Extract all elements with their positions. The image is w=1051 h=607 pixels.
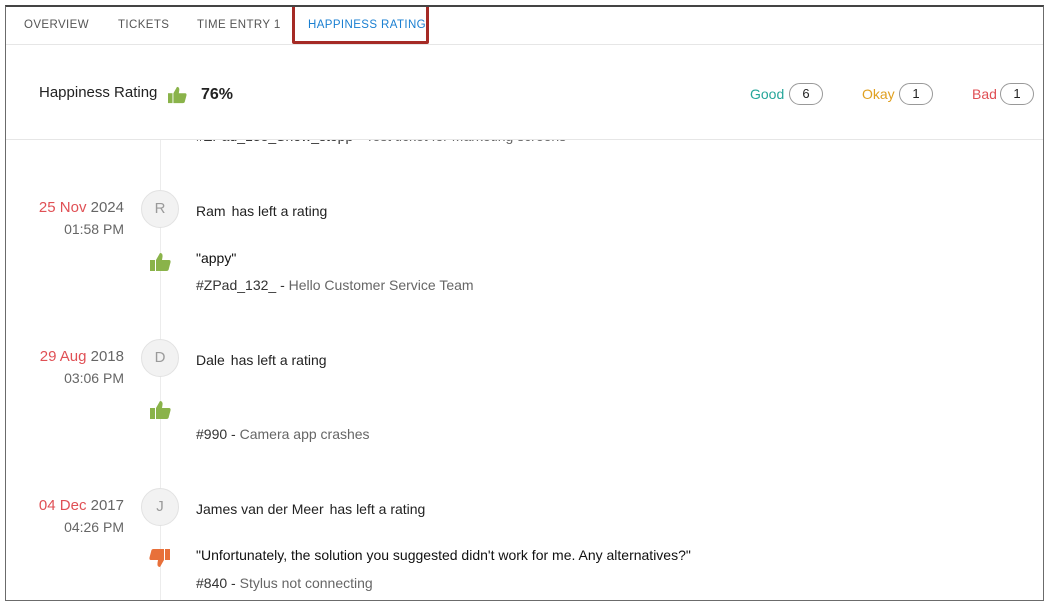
avatar[interactable]: D <box>141 339 179 377</box>
ticket-id: #990 <box>196 426 228 442</box>
good-count-badge[interactable]: 6 <box>789 83 823 105</box>
thumbs-up-icon <box>150 253 171 271</box>
ticket-id: #ZPad_132_ <box>196 277 277 293</box>
entry-year: 2018 <box>90 348 124 365</box>
ticket-link[interactable]: #990 - Camera app crashes <box>196 426 370 442</box>
tab-happiness-rating[interactable]: HAPPINESS RATING <box>308 19 426 31</box>
entry-year: 2024 <box>90 199 124 216</box>
tab-tickets[interactable]: TICKETS <box>118 19 169 31</box>
okay-count-badge[interactable]: 1 <box>899 83 933 105</box>
rating-comment: "appy" <box>196 250 237 266</box>
tab-bar: OVERVIEW TICKETS TIME ENTRY 1 HAPPINESS … <box>6 7 1043 45</box>
entry-day-month: 25 Nov <box>38 199 87 216</box>
entry-action: has left a rating <box>230 352 327 368</box>
entry-date: 25 Nov 2024 <box>6 199 124 216</box>
customer-name[interactable]: Ram <box>196 203 226 219</box>
entry-time: 04:26 PM <box>64 519 124 535</box>
happiness-percent: 76% <box>201 86 234 103</box>
entry-time: 01:58 PM <box>64 221 124 237</box>
entry-time: 03:06 PM <box>64 370 124 386</box>
summary-title: Happiness Rating <box>39 84 158 101</box>
entry-header: James van der Meer has left a rating <box>196 501 425 517</box>
entry-header: Dale has left a rating <box>196 352 327 368</box>
ticket-link[interactable]: #ZPad_132_ - Hello Customer Service Team <box>196 277 474 293</box>
happiness-summary: Happiness Rating 76% Good 6 Okay 1 Bad 1 <box>6 45 1043 140</box>
ticket-title: Stylus not connecting <box>239 575 373 591</box>
avatar[interactable]: J <box>141 488 179 526</box>
entry-header: Ram has left a rating <box>196 203 327 219</box>
bad-label[interactable]: Bad <box>972 86 997 102</box>
okay-label[interactable]: Okay <box>862 86 895 102</box>
entry-date: 04 Dec 2017 <box>6 497 124 514</box>
app-frame: OVERVIEW TICKETS TIME ENTRY 1 HAPPINESS … <box>5 5 1044 601</box>
entry-date: 29 Aug 2018 <box>6 348 124 365</box>
rating-comment: "Unfortunately, the solution you suggest… <box>196 547 691 563</box>
ticket-title: Camera app crashes <box>239 426 370 442</box>
bad-count-badge[interactable]: 1 <box>1000 83 1034 105</box>
ticket-link[interactable]: #840 - Stylus not connecting <box>196 575 373 591</box>
good-label[interactable]: Good <box>750 86 784 102</box>
tab-time-entry[interactable]: TIME ENTRY 1 <box>197 19 281 31</box>
ticket-title: Hello Customer Service Team <box>288 277 474 293</box>
ticket-id: #840 <box>196 575 228 591</box>
avatar[interactable]: R <box>141 190 179 228</box>
entry-action: has left a rating <box>231 203 328 219</box>
ticket-separator: - <box>227 426 240 442</box>
entry-day-month: 29 Aug <box>39 348 87 365</box>
entry-action: has left a rating <box>329 501 426 517</box>
ticket-separator: - <box>276 277 289 293</box>
thumbs-down-icon <box>149 549 170 567</box>
customer-name[interactable]: James van der Meer <box>196 501 324 517</box>
thumbs-up-icon <box>150 401 171 419</box>
entry-day-month: 04 Dec <box>38 497 87 514</box>
thumbs-up-icon <box>168 86 187 104</box>
tab-overview[interactable]: OVERVIEW <box>24 19 89 31</box>
ticket-separator: - <box>227 575 240 591</box>
customer-name[interactable]: Dale <box>196 352 225 368</box>
entry-year: 2017 <box>90 497 124 514</box>
